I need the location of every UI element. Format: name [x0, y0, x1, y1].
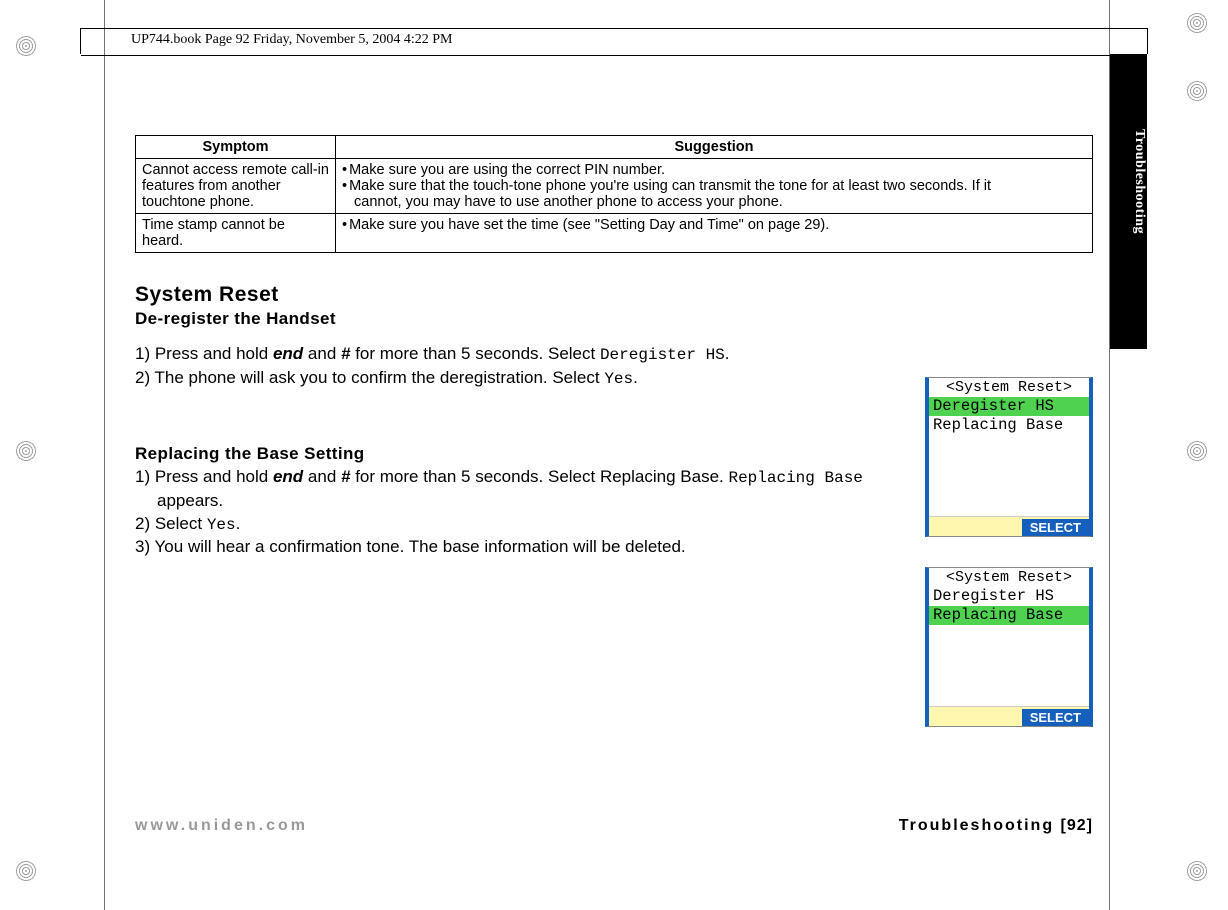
- lcd-title: <System Reset>: [929, 378, 1089, 397]
- cell-suggestion: Make sure you are using the correct PIN …: [336, 159, 1093, 214]
- footer-section: Troubleshooting [92]: [899, 817, 1093, 835]
- table-row: Time stamp cannot be heard. Make sure yo…: [136, 214, 1093, 253]
- section-tab-label: Troubleshooting: [1132, 129, 1147, 234]
- troubleshooting-table: Symptom Suggestion Cannot access remote …: [135, 135, 1093, 253]
- lcd-screenshot-replacing: <System Reset> Deregister HS Replacing B…: [925, 567, 1093, 727]
- crop-ornament: [15, 440, 37, 462]
- framemaker-header-text: UP744.book Page 92 Friday, November 5, 2…: [131, 32, 452, 47]
- footer-page-number: [92]: [1061, 817, 1093, 834]
- proc-text: .: [633, 368, 638, 387]
- lcd-softkey-select: SELECT: [1022, 519, 1089, 536]
- lcd-screenshot-deregister: <System Reset> Deregister HS Replacing B…: [925, 377, 1093, 537]
- crop-ornament: [15, 860, 37, 882]
- proc-text: 1) Press and hold: [135, 344, 273, 363]
- menu-replacing-base: Replacing Base: [728, 469, 862, 487]
- th-suggestion: Suggestion: [336, 136, 1093, 159]
- menu-yes: Yes: [207, 516, 236, 534]
- suggestion-text: Make sure that the touch-tone phone you'…: [349, 178, 991, 194]
- proc-text: appears.: [157, 491, 223, 510]
- menu-deregister-hs: Deregister HS: [600, 346, 725, 364]
- framemaker-header: UP744.book Page 92 Friday, November 5, 2…: [80, 28, 1148, 54]
- table-row: Cannot access remote call-in features fr…: [136, 159, 1093, 214]
- lcd-softkey-bar: SELECT: [929, 516, 1089, 536]
- crop-ornament: [1186, 80, 1208, 102]
- proc-text: for more than 5 seconds. Select Replacin…: [350, 467, 728, 486]
- procedure-replacing-base: 1) Press and hold end and # for more tha…: [135, 466, 925, 559]
- suggestion-text: Make sure you are using the correct PIN …: [349, 162, 665, 178]
- proc-text: 2) Select: [135, 514, 207, 533]
- footer-url: www.uniden.com: [135, 817, 308, 835]
- lcd-row: Replacing Base: [929, 416, 1089, 435]
- crop-ornament: [1186, 440, 1208, 462]
- page-footer: www.uniden.com Troubleshooting [92]: [135, 817, 1093, 835]
- proc-text: .: [236, 514, 241, 533]
- proc-text: 2) The phone will ask you to confirm the…: [135, 368, 604, 387]
- page-content: Symptom Suggestion Cannot access remote …: [135, 135, 1093, 820]
- cell-suggestion: Make sure you have set the time (see "Se…: [336, 214, 1093, 253]
- th-symptom: Symptom: [136, 136, 336, 159]
- lcd-softkey-select: SELECT: [1022, 709, 1089, 726]
- crop-ornament: [1186, 860, 1208, 882]
- lcd-softkey-bar: SELECT: [929, 706, 1089, 726]
- suggestion-text: Make sure you have set the time (see "Se…: [349, 217, 829, 233]
- lcd-row-selected: Deregister HS: [929, 397, 1089, 416]
- lcd-row-selected: Replacing Base: [929, 606, 1089, 625]
- suggestion-text: cannot, you may have to use another phon…: [354, 194, 783, 210]
- crop-line: [104, 0, 105, 910]
- crop-ornament: [1186, 12, 1208, 34]
- proc-text: 3) You will hear a confirmation tone. Th…: [135, 536, 925, 559]
- cell-symptom: Time stamp cannot be heard.: [136, 214, 336, 253]
- proc-text: and: [303, 344, 341, 363]
- procedure-deregister: 1) Press and hold end and # for more tha…: [135, 343, 925, 390]
- proc-text: for more than 5 seconds. Select: [350, 344, 599, 363]
- heading-deregister: De-register the Handset: [135, 309, 1093, 329]
- footer-section-name: Troubleshooting: [899, 817, 1054, 834]
- menu-yes: Yes: [604, 370, 633, 388]
- crop-ornament: [15, 35, 37, 57]
- lcd-title: <System Reset>: [929, 568, 1089, 587]
- key-end: end: [273, 467, 303, 486]
- lcd-row: Deregister HS: [929, 587, 1089, 606]
- proc-text: 1) Press and hold: [135, 467, 273, 486]
- proc-text: .: [725, 344, 730, 363]
- heading-system-reset: System Reset: [135, 283, 1093, 307]
- cell-symptom: Cannot access remote call-in features fr…: [136, 159, 336, 214]
- key-end: end: [273, 344, 303, 363]
- proc-text: and: [303, 467, 341, 486]
- section-tab: Troubleshooting: [1110, 54, 1147, 349]
